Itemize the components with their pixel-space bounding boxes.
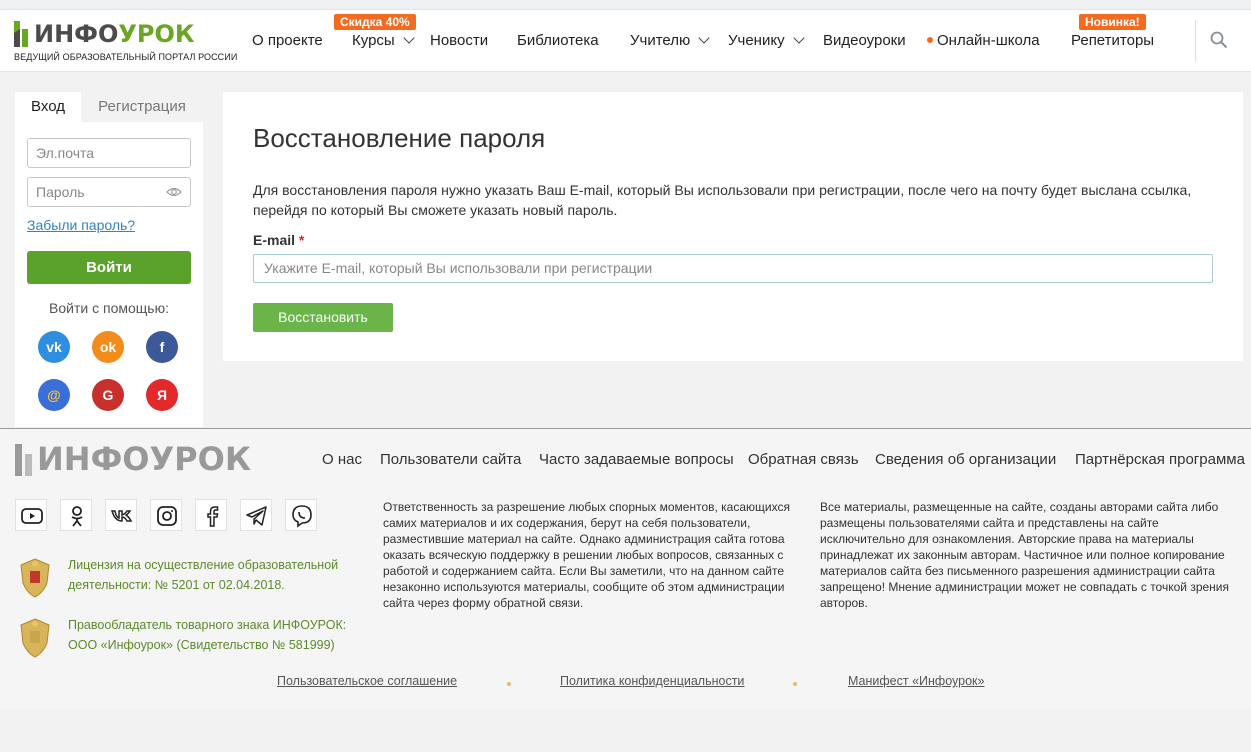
- telegram-link[interactable]: [240, 499, 272, 531]
- youtube-icon: [21, 508, 43, 524]
- nav-item-teacher[interactable]: Учителю: [630, 32, 710, 50]
- password-placeholder: Пароль: [36, 184, 85, 200]
- trademark-info: Правообладатель товарного знака ИНФОУРОК…: [15, 615, 355, 665]
- telegram-icon: [246, 506, 267, 526]
- restore-button[interactable]: Восстановить: [253, 303, 393, 332]
- login-sidebar: Вход Регистрация Эл.почта Пароль Забыли …: [15, 92, 203, 427]
- nav-item-videolessons[interactable]: Видеоуроки: [823, 32, 906, 50]
- password-recovery-card: Восстановление пароля Для восстановления…: [223, 92, 1243, 361]
- tab-register[interactable]: Регистрация: [81, 92, 203, 122]
- facebook-icon: f: [159, 339, 165, 355]
- required-mark: *: [298, 232, 305, 248]
- footer-logo-mark-icon: [15, 444, 32, 476]
- user-agreement-link[interactable]: Пользовательское соглашение: [277, 674, 457, 688]
- chevron-down-icon: [403, 32, 415, 44]
- auth-tabs: Вход Регистрация: [15, 92, 203, 122]
- copyright-text: Все материалы, размещенные на сайте, соз…: [820, 500, 1229, 610]
- footer-link-users[interactable]: Пользователи сайта: [380, 451, 521, 468]
- social-login-label: Войти с помощью:: [49, 300, 169, 316]
- vk-login-button[interactable]: vk: [38, 331, 70, 363]
- recovery-description: Для восстановления пароля нужно указать …: [253, 182, 1192, 218]
- vk-icon: vk: [46, 339, 62, 355]
- search-icon: [1210, 31, 1228, 49]
- footer-link-organization[interactable]: Сведения об организации: [875, 451, 1056, 468]
- forgot-password-link[interactable]: Забыли пароль?: [27, 217, 135, 233]
- tab-login[interactable]: Вход: [15, 92, 81, 122]
- login-button[interactable]: Войти: [27, 251, 191, 284]
- instagram-icon: [157, 506, 177, 526]
- yandex-login-button[interactable]: Я: [146, 379, 178, 411]
- mail-login-button[interactable]: @: [38, 379, 70, 411]
- login-form: Эл.почта Пароль Забыли пароль? Войти Вой…: [15, 122, 203, 427]
- site-header: ИНФОУРОК ВЕДУЩИЙ ОБРАЗОВАТЕЛЬНЫЙ ПОРТАЛ …: [0, 10, 1251, 72]
- license-info: Лицензия на осуществление образовательно…: [15, 555, 355, 605]
- footer-link-partner[interactable]: Партнёрская программа: [1075, 451, 1245, 468]
- email-label: E-mail *: [253, 232, 305, 248]
- viber-link[interactable]: [285, 499, 317, 531]
- nav-item-student[interactable]: Ученику: [728, 32, 805, 50]
- google-login-button[interactable]: G: [92, 379, 124, 411]
- footer-logo-text: ИНФОУРОК: [37, 440, 251, 478]
- google-icon: G: [102, 387, 114, 403]
- odnoklassniki-icon: ok: [99, 339, 117, 355]
- search-button[interactable]: [1195, 20, 1245, 62]
- odnoklassniki-link[interactable]: [60, 499, 92, 531]
- yandex-icon: Я: [156, 387, 168, 403]
- browser-top-strip: [0, 0, 1251, 10]
- instagram-link[interactable]: [150, 499, 182, 531]
- footer-link-feedback[interactable]: Обратная связь: [748, 451, 859, 468]
- mail-ru-icon: @: [47, 387, 61, 403]
- new-dot-icon: [927, 37, 933, 43]
- chevron-down-icon: [698, 32, 710, 44]
- license-text[interactable]: Лицензия на осуществление образовательно…: [68, 555, 358, 595]
- nav-item-online-school[interactable]: Онлайн-школа: [927, 32, 1040, 50]
- page-title: Восстановление пароля: [253, 123, 546, 153]
- footer-link-about[interactable]: О нас: [322, 451, 362, 468]
- vk-link[interactable]: [105, 499, 137, 531]
- separator-dot: [793, 682, 797, 686]
- email-input[interactable]: Эл.почта: [27, 138, 191, 168]
- nav-item-about[interactable]: О проекте: [252, 32, 323, 50]
- manifest-link[interactable]: Манифест «Инфоурок»: [848, 674, 984, 688]
- main-nav: О проекте Скидка 40% Курсы Новости Библи…: [0, 10, 1251, 72]
- discount-badge: Скидка 40%: [334, 14, 416, 30]
- eye-icon[interactable]: [166, 186, 182, 198]
- ok-login-button[interactable]: ok: [92, 331, 124, 363]
- responsibility-text: Ответственность за разрешение любых спор…: [383, 500, 790, 610]
- new-badge: Новинка!: [1079, 14, 1146, 30]
- nav-item-tutors[interactable]: Новинка! Репетиторы: [1071, 14, 1154, 50]
- coat-of-arms-icon: [20, 558, 50, 598]
- footer-logo[interactable]: ИНФОУРОК: [15, 440, 275, 480]
- viber-icon: [292, 505, 312, 528]
- trademark-text[interactable]: Правообладатель товарного знака ИНФОУРОК…: [68, 615, 358, 655]
- facebook-login-button[interactable]: f: [146, 331, 178, 363]
- nav-item-news[interactable]: Новости: [430, 32, 488, 50]
- privacy-policy-link[interactable]: Политика конфиденциальности: [560, 674, 744, 688]
- facebook-link[interactable]: [195, 499, 227, 531]
- youtube-link[interactable]: [15, 499, 47, 531]
- odnoklassniki-icon: [71, 506, 83, 527]
- vk-icon: [110, 510, 133, 522]
- site-footer: ИНФОУРОК О нас Пользователи сайта Часто …: [0, 428, 1251, 710]
- footer-link-faq[interactable]: Часто задаваемые вопросы: [539, 451, 734, 468]
- separator-dot: [507, 682, 511, 686]
- chevron-down-icon: [792, 32, 805, 44]
- nav-item-library[interactable]: Библиотека: [517, 32, 599, 50]
- recovery-email-input[interactable]: Укажите E-mail, который Вы использовали …: [253, 254, 1213, 283]
- facebook-icon: [207, 506, 219, 527]
- password-input[interactable]: Пароль: [27, 177, 191, 207]
- nav-item-courses[interactable]: Скидка 40% Курсы: [334, 14, 416, 50]
- coat-of-arms-icon: [20, 618, 50, 658]
